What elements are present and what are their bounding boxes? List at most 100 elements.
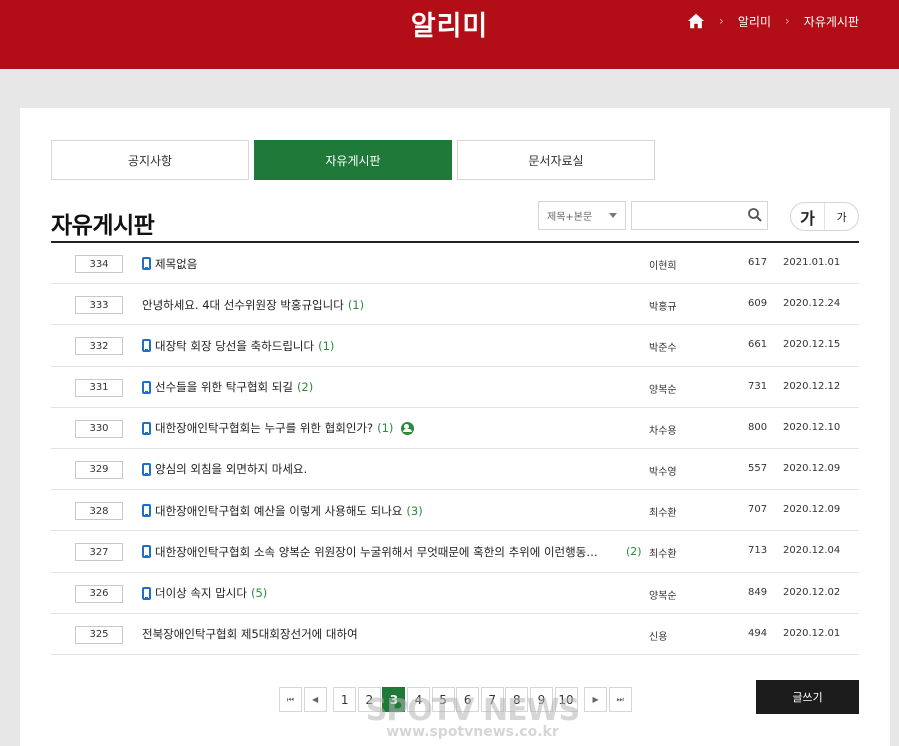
post-author: 박수영 xyxy=(649,466,677,478)
page-button-6[interactable]: 6 xyxy=(456,687,480,712)
page-button-7[interactable]: 7 xyxy=(480,687,504,712)
post-subject[interactable]: 양심의 외침을 외면하지 마세요. xyxy=(142,449,307,490)
post-date: 2020.12.09 xyxy=(783,504,841,516)
post-subject[interactable]: 전북장애인탁구협회 제5대회장선거에 대하여 xyxy=(142,614,358,655)
mobile-icon xyxy=(142,586,151,600)
comment-count: (1) xyxy=(318,338,335,353)
post-views: 713 xyxy=(748,545,768,557)
page-button-9[interactable]: 9 xyxy=(529,687,553,712)
table-row[interactable]: 329 양심의 외침을 외면하지 마세요. 박수영 557 2020.12.09 xyxy=(51,449,859,491)
post-number: 331 xyxy=(75,378,123,397)
post-date: 2020.12.10 xyxy=(783,421,841,433)
tab-notice[interactable]: 공지사항 xyxy=(51,140,249,180)
post-subject[interactable]: 대한장애인탁구협회 소속 양복순 위원장이 누굴위해서 무엇때문에 혹한의 추위… xyxy=(142,531,598,572)
next-page-button[interactable]: ▶ xyxy=(584,687,608,712)
page-button-1[interactable]: 1 xyxy=(333,687,357,712)
post-subject[interactable]: 대한장애인탁구협회 예산을 이렇게 사용해도 되나요 (3) xyxy=(142,490,423,531)
chevron-right-icon: › xyxy=(784,14,790,28)
post-date: 2020.12.12 xyxy=(783,380,841,392)
post-subject-text: 대장탁 회장 당선을 축하드립니다 xyxy=(155,338,315,353)
comment-count: (1) xyxy=(347,297,365,312)
tab-free-board[interactable]: 자유게시판 xyxy=(254,140,452,180)
post-author: 차수용 xyxy=(649,425,677,437)
pagination: ⏮ ◀ 1 2 3 4 5 6 7 8 9 10 ▶ ⏭ xyxy=(279,687,633,712)
write-post-button[interactable]: 글쓰기 xyxy=(756,680,859,714)
table-row[interactable]: 327 대한장애인탁구협회 소속 양복순 위원장이 누굴위해서 무엇때문에 혹한의… xyxy=(51,531,859,573)
post-date: 2020.12.01 xyxy=(783,627,841,639)
page-button-8[interactable]: 8 xyxy=(505,687,529,712)
post-subject[interactable]: 안녕하세요. 4대 선수위원장 박홍규입니다 (1) xyxy=(142,284,364,325)
last-page-button[interactable]: ⏭ xyxy=(608,687,632,712)
table-row[interactable]: 330 대한장애인탁구협회는 누구를 위한 협회인가? (1) 차수용 800 2020.… xyxy=(51,408,859,449)
table-row[interactable]: 333 안녕하세요. 4대 선수위원장 박홍규입니다 (1) 박홍규 609 2020.1… xyxy=(51,284,859,326)
mobile-icon xyxy=(142,504,151,518)
post-subject[interactable]: 대한장애인탁구협회는 누구를 위한 협회인가? (1) xyxy=(142,408,415,449)
post-date: 2020.12.04 xyxy=(783,545,841,557)
mobile-icon xyxy=(142,380,151,394)
post-views: 609 xyxy=(748,298,768,310)
breadcrumb-item-alimi[interactable]: 알리미 xyxy=(738,13,771,30)
table-row[interactable]: 331 선수들을 위한 탁구협회 되길 (2) 양복순 731 2020.12.12 xyxy=(51,367,859,408)
caret-down-icon xyxy=(609,213,617,218)
post-subject-text: 제목없음 xyxy=(155,256,198,271)
post-subject-text: 전북장애인탁구협회 제5대회장선거에 대하여 xyxy=(142,627,358,642)
table-row[interactable]: 326 더이상 속지 맙시다 (5) 양복순 849 2020.12.02 xyxy=(51,573,859,614)
chevron-right-icon: › xyxy=(719,14,724,28)
mobile-icon xyxy=(142,545,151,559)
prev-page-button[interactable]: ◀ xyxy=(303,687,327,712)
post-views: 661 xyxy=(748,339,768,351)
mobile-icon xyxy=(142,257,151,270)
font-larger-button[interactable]: 가 xyxy=(791,203,824,230)
top-header-bar: 알리미 › 알리미 › 자유게시판 xyxy=(0,0,899,69)
page-button-10[interactable]: 10 xyxy=(554,687,578,712)
font-size-toggle: 가 가 xyxy=(790,202,859,231)
post-subject-text: 대한장애인탁구협회 예산을 이렇게 사용해도 되나요 xyxy=(155,503,403,518)
post-subject-text: 대한장애인탁구협회는 누구를 위한 협회인가? xyxy=(155,421,374,436)
mobile-icon xyxy=(142,462,151,476)
comment-count: (2) xyxy=(626,545,642,559)
post-subject[interactable]: 선수들을 위한 탁구협회 되길 (2) xyxy=(142,367,313,408)
font-smaller-button[interactable]: 가 xyxy=(824,203,858,230)
post-number: 329 xyxy=(75,460,123,479)
post-views: 731 xyxy=(748,380,768,392)
search-icon[interactable] xyxy=(747,207,763,223)
post-author: 박홍규 xyxy=(649,302,677,314)
post-subject-text: 대한장애인탁구협회 소속 양복순 위원장이 누굴위해서 무엇때문에 혹한의 추위… xyxy=(155,544,598,559)
post-author: 이현희 xyxy=(649,261,677,272)
post-subject[interactable]: 더이상 속지 맙시다 (5) xyxy=(142,573,267,614)
search-type-select[interactable]: 제목+본문 xyxy=(538,201,626,230)
post-date: 2020.12.02 xyxy=(783,586,841,598)
post-date: 2020.12.09 xyxy=(783,462,841,474)
post-author: 양복순 xyxy=(649,384,677,396)
post-number: 334 xyxy=(75,255,123,273)
post-author: 양복순 xyxy=(649,590,677,602)
page-button-3[interactable]: 3 xyxy=(382,687,406,712)
page-button-4[interactable]: 4 xyxy=(406,687,430,712)
tab-documents[interactable]: 문서자료실 xyxy=(457,140,655,180)
post-subject[interactable]: 제목없음 xyxy=(142,243,197,284)
post-author: 최수환 xyxy=(649,549,677,561)
post-subject[interactable]: 대장탁 회장 당선을 축하드립니다 (1) xyxy=(142,325,334,366)
post-author: 최수환 xyxy=(649,508,677,520)
first-page-button[interactable]: ⏮ xyxy=(279,687,302,712)
watermark-sub: www.spotvnews.co.kr xyxy=(386,724,559,740)
page-button-2[interactable]: 2 xyxy=(357,687,381,712)
table-row[interactable]: 328 대한장애인탁구협회 예산을 이렇게 사용해도 되나요 (3) 최수환 707 20… xyxy=(51,490,859,532)
user-icon xyxy=(401,421,415,435)
breadcrumb-item-free-board[interactable]: 자유게시판 xyxy=(804,13,859,30)
page-title: 자유게시판 xyxy=(51,213,155,239)
comment-count: (5) xyxy=(250,586,268,600)
home-icon[interactable] xyxy=(687,12,705,30)
table-row[interactable]: 334 제목없음 이현희 617 2021.01.01 xyxy=(51,243,859,285)
post-subject-text: 양심의 외침을 외면하지 마세요. xyxy=(155,462,308,477)
post-views: 617 xyxy=(748,257,768,268)
page-button-5[interactable]: 5 xyxy=(431,687,455,712)
post-views: 494 xyxy=(748,627,768,639)
post-number: 326 xyxy=(75,584,123,603)
post-views: 707 xyxy=(748,504,768,516)
table-row[interactable]: 325 전북장애인탁구협회 제5대회장선거에 대하여 신용 494 2020.12.01 xyxy=(51,614,859,655)
board-tabs: 공지사항 자유게시판 문서자료실 xyxy=(51,140,660,180)
table-row[interactable]: 332 대장탁 회장 당선을 축하드립니다 (1) 박준수 661 2020.12.15 xyxy=(51,325,859,367)
mobile-icon xyxy=(142,339,151,353)
post-date: 2020.12.24 xyxy=(783,298,841,310)
